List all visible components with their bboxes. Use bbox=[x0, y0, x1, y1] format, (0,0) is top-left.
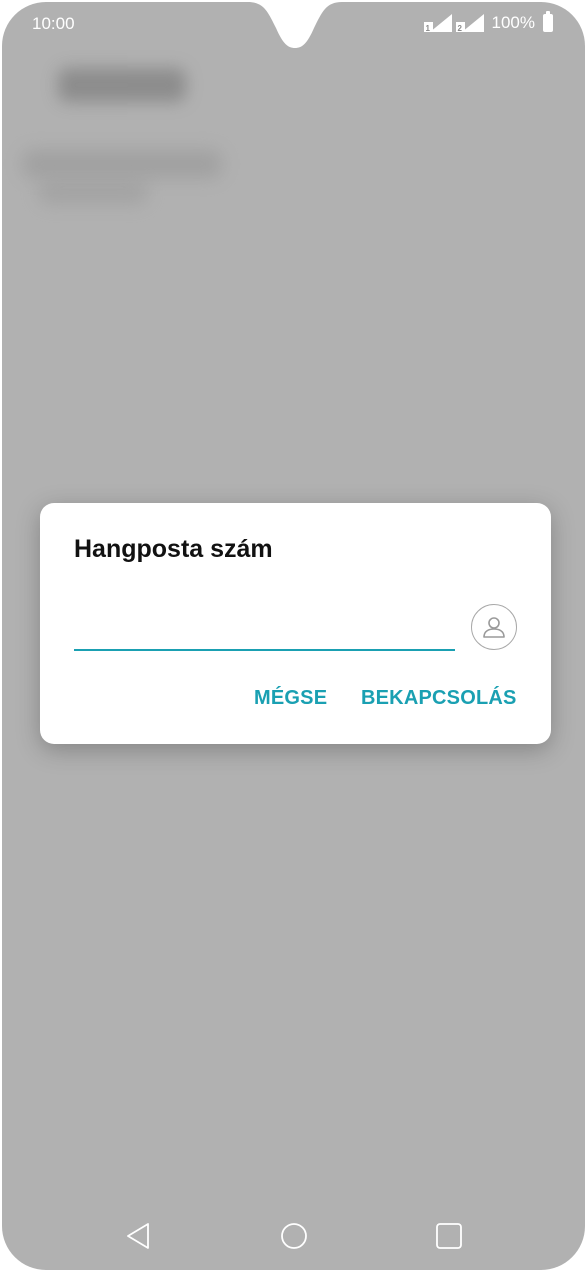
home-circle-icon bbox=[281, 1223, 307, 1249]
phone-frame: 10:00 1 2 100% Hangposta szám MÉGSE BEKA… bbox=[0, 0, 587, 1272]
back-button[interactable] bbox=[122, 1220, 154, 1252]
voicemail-number-dialog: Hangposta szám MÉGSE BEKAPCSOLÁS bbox=[40, 503, 551, 744]
enable-button[interactable]: BEKAPCSOLÁS bbox=[361, 687, 517, 710]
contact-picker-button[interactable] bbox=[471, 604, 517, 650]
back-triangle-icon bbox=[127, 1223, 149, 1249]
recents-button[interactable] bbox=[433, 1220, 465, 1252]
battery-percent: 100% bbox=[491, 13, 535, 32]
battery-icon bbox=[543, 11, 553, 32]
blurred-setting-subtitle bbox=[38, 182, 148, 204]
signal-sim2-icon: 2 bbox=[455, 14, 484, 32]
status-icons: 1 2 100% bbox=[423, 11, 553, 33]
voicemail-number-field-wrapper bbox=[74, 607, 455, 651]
blurred-page-title bbox=[58, 68, 186, 102]
recents-square-icon bbox=[436, 1223, 462, 1249]
svg-text:1: 1 bbox=[425, 24, 430, 32]
navigation-bar bbox=[2, 1212, 585, 1262]
cancel-button[interactable]: MÉGSE bbox=[254, 687, 327, 710]
screen: 10:00 1 2 100% Hangposta szám MÉGSE BEKA… bbox=[2, 2, 585, 1270]
status-time: 10:00 bbox=[32, 14, 75, 33]
contact-person-icon bbox=[483, 617, 505, 638]
dialog-title: Hangposta szám bbox=[74, 535, 273, 563]
signal-sim1-icon: 1 bbox=[423, 14, 452, 32]
home-button[interactable] bbox=[278, 1220, 310, 1252]
voicemail-number-input[interactable] bbox=[74, 607, 455, 649]
blurred-setting-item bbox=[22, 150, 222, 178]
svg-text:2: 2 bbox=[457, 24, 462, 32]
